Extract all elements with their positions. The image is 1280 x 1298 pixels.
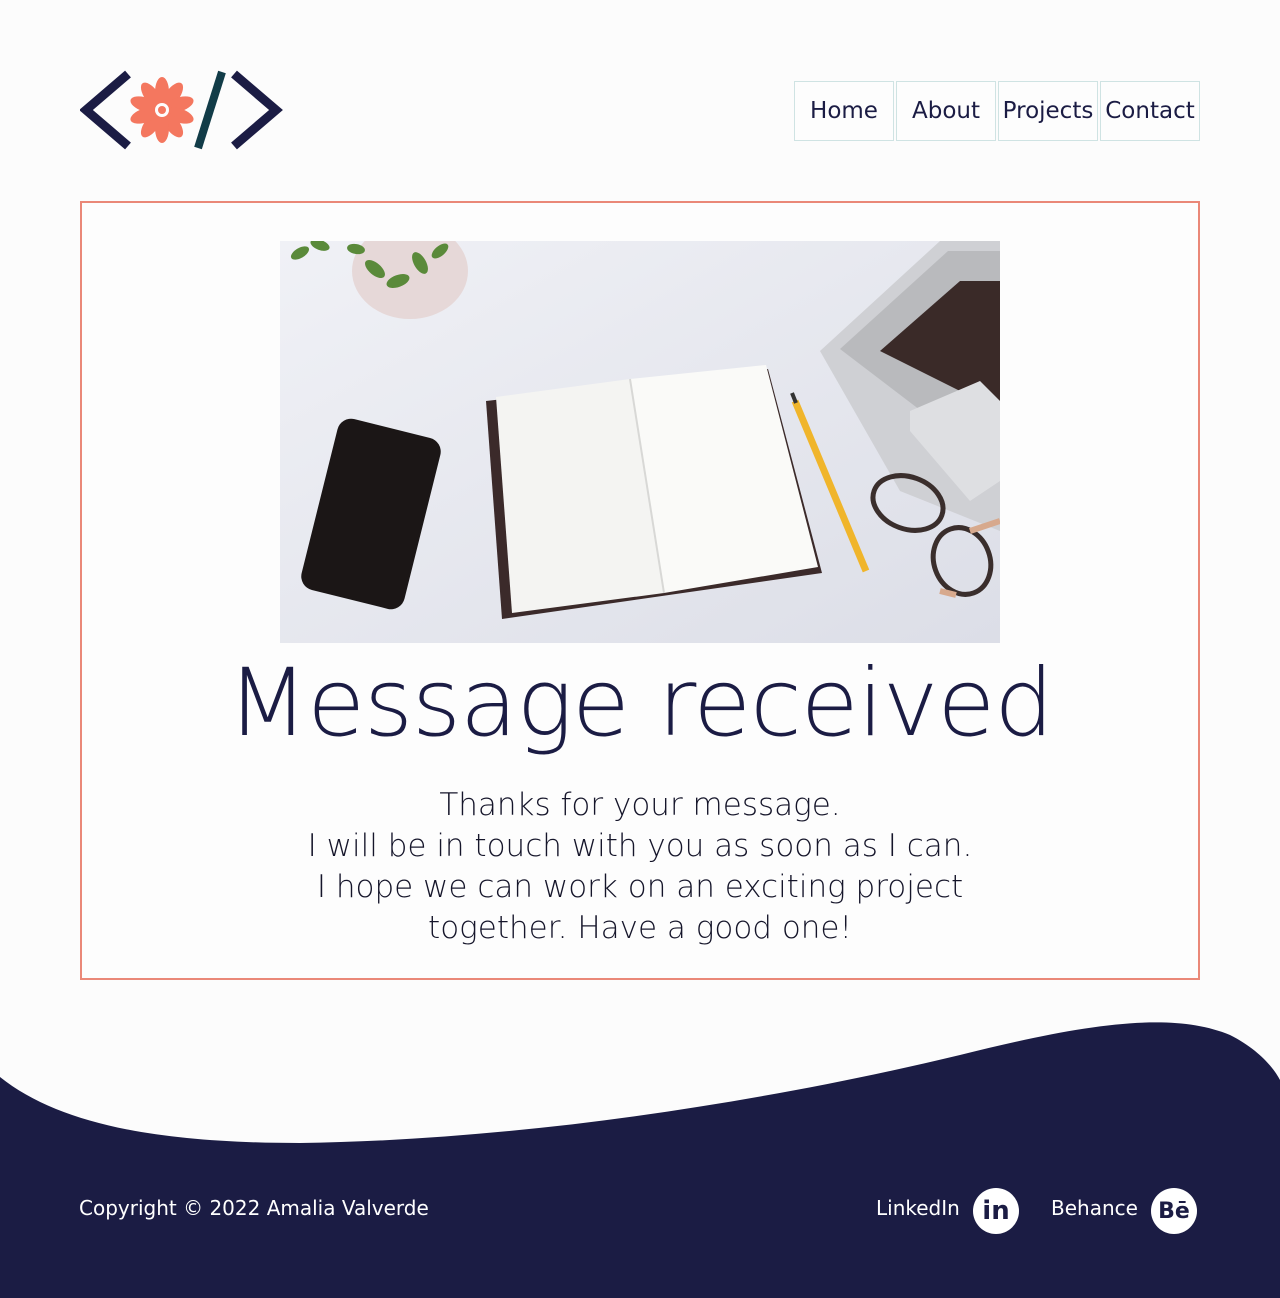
logo[interactable]	[80, 70, 284, 150]
nav-home[interactable]: Home	[794, 81, 894, 141]
message-line: Thanks for your message.	[439, 787, 841, 823]
behance-icon[interactable]: Bē	[1151, 1188, 1197, 1234]
footer-background	[0, 1022, 1280, 1298]
message-line: together. Have a good one!	[428, 910, 852, 946]
page-title: Message received	[227, 649, 1054, 758]
nav-contact[interactable]: Contact	[1100, 81, 1200, 141]
linkedin-icon[interactable]: in	[973, 1188, 1019, 1234]
nav-projects[interactable]: Projects	[998, 81, 1098, 141]
page: Home About Projects Contact Message rece…	[0, 0, 1280, 1298]
flower-icon	[130, 77, 194, 143]
message-line: I will be in touch with you as soon as I…	[307, 828, 973, 864]
copyright-text: Copyright © 2022 Amalia Valverde	[79, 1196, 429, 1220]
main-nav: Home About Projects Contact	[794, 81, 1200, 141]
confirmation-card: Message received Thanks for your message…	[80, 201, 1200, 980]
message-line: I hope we can work on an exciting projec…	[316, 869, 964, 905]
nav-about[interactable]: About	[896, 81, 996, 141]
hero-image	[280, 241, 1000, 643]
confirmation-message: Thanks for your message. I will be in to…	[292, 785, 988, 949]
linkedin-link[interactable]: LinkedIn	[876, 1196, 960, 1220]
behance-link[interactable]: Behance	[1051, 1196, 1138, 1220]
